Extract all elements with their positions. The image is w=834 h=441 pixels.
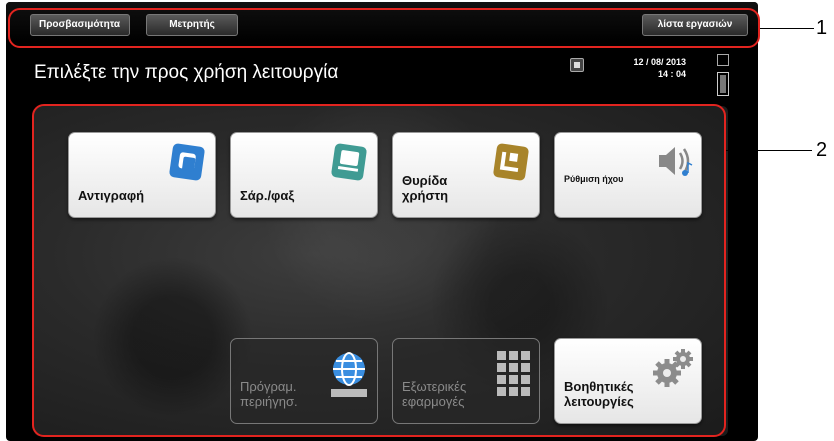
external-apps-label: Εξωτερικές εφαρμογές <box>402 379 467 409</box>
utility-tile[interactable]: Βοηθητικές λειτουργίες <box>554 338 702 424</box>
web-browser-tile[interactable]: Πρόγραμ. περιήγησ. <box>230 338 378 424</box>
copy-icon <box>169 143 205 181</box>
user-box-label: Θυρίδα χρήστη <box>402 173 449 203</box>
function-panel: Αντιγραφή Σάρ./φαξ Θυρίδα χρήστη Ρύθμιση… <box>34 106 728 436</box>
top-bar: Προσβασιμότητα Μετρητής λίστα εργασιών <box>6 2 758 42</box>
web-browser-label: Πρόγραμ. περιήγησ. <box>240 379 298 409</box>
accessibility-button[interactable]: Προσβασιμότητα <box>30 14 130 36</box>
sound-settings-label: Ρύθμιση ήχου <box>564 174 624 184</box>
counter-button[interactable]: Μετρητής <box>146 14 238 36</box>
fax-status-icon <box>570 58 584 72</box>
copy-tile[interactable]: Αντιγραφή <box>68 132 216 218</box>
date-text: 12 / 08/ 2013 <box>633 57 686 67</box>
sound-settings-tile[interactable]: Ρύθμιση ήχου <box>554 132 702 218</box>
globe-icon <box>331 352 367 397</box>
user-box-icon <box>493 143 529 181</box>
callout-1-number: 1 <box>816 17 828 39</box>
device-screen: Προσβασιμότητα Μετρητής λίστα εργασιών Ε… <box>6 2 758 441</box>
callout-2-number: 2 <box>816 139 828 161</box>
copy-label: Αντιγραφή <box>78 188 145 203</box>
user-box-tile[interactable]: Θυρίδα χρήστη <box>392 132 540 218</box>
scan-fax-label: Σάρ./φαξ <box>240 188 295 203</box>
scan-fax-tile[interactable]: Σάρ./φαξ <box>230 132 378 218</box>
gears-icon <box>653 349 693 387</box>
paper-tray-icon <box>717 54 729 66</box>
date-time: 12 / 08/ 2013 14 : 04 <box>626 56 686 80</box>
toner-level-icon <box>717 72 729 96</box>
utility-label: Βοηθητικές λειτουργίες <box>564 379 634 409</box>
time-text: 14 : 04 <box>657 69 686 79</box>
callout-1-leader <box>760 28 814 29</box>
external-apps-tile[interactable]: Εξωτερικές εφαρμογές <box>392 338 540 424</box>
callout-2-leader <box>726 150 812 151</box>
job-list-button[interactable]: λίστα εργασιών <box>642 14 748 36</box>
title-bar: Επιλέξτε την προς χρήση λειτουργία 12 / … <box>6 46 758 100</box>
scan-fax-icon <box>331 143 367 181</box>
speaker-icon <box>659 147 693 176</box>
app-grid-icon <box>497 351 530 396</box>
page-title: Επιλέξτε την προς χρήση λειτουργία <box>34 62 339 83</box>
